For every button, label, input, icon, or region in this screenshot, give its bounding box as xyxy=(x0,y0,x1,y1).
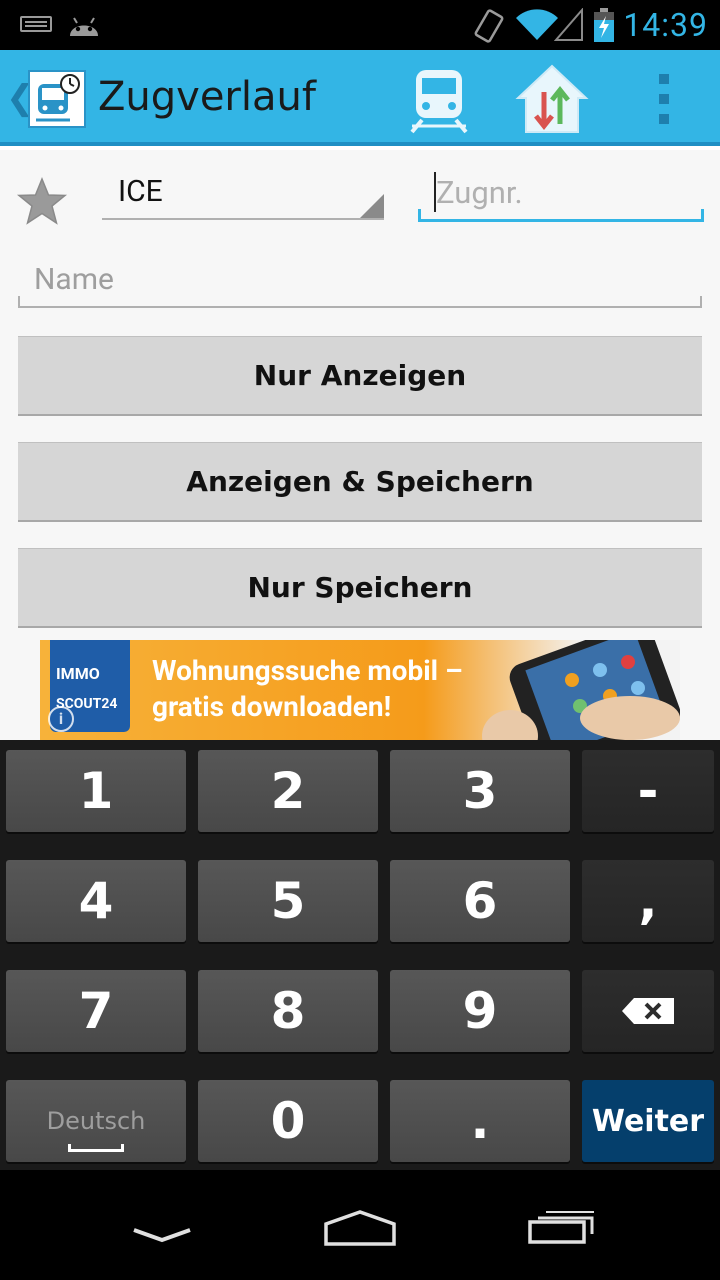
name-input[interactable]: Name xyxy=(18,252,702,308)
ad-subline: gratis downloaden! xyxy=(152,690,392,723)
hide-keyboard-icon[interactable] xyxy=(130,1206,194,1246)
show-and-save-button[interactable]: Anzeigen & Speichern xyxy=(18,442,702,522)
home-icon[interactable] xyxy=(322,1206,398,1246)
key-2[interactable]: 2 xyxy=(198,750,378,832)
key-comma[interactable]: , xyxy=(582,860,714,942)
show-only-button[interactable]: Nur Anzeigen xyxy=(18,336,702,416)
spacebar-icon xyxy=(68,1144,124,1152)
ad-headline: Wohnungssuche mobil – xyxy=(152,654,463,687)
keyboard-status-icon xyxy=(20,16,52,32)
next-action-key[interactable]: Weiter xyxy=(582,1080,714,1162)
status-bar: 14:39 xyxy=(0,0,720,50)
key-3[interactable]: 3 xyxy=(390,750,570,832)
train-icon[interactable] xyxy=(400,60,480,140)
navigation-bar xyxy=(0,1170,720,1280)
key-7[interactable]: 7 xyxy=(6,970,186,1052)
key-minus[interactable]: - xyxy=(582,750,714,832)
key-5[interactable]: 5 xyxy=(198,860,378,942)
backspace-key[interactable] xyxy=(582,970,714,1052)
action-bar: ❮ Zugverlauf xyxy=(0,50,720,146)
field-edge-left xyxy=(18,296,20,306)
save-only-button[interactable]: Nur Speichern xyxy=(18,548,702,628)
vibrate-icon xyxy=(474,9,504,43)
key-period[interactable]: . xyxy=(390,1080,570,1162)
ad-info-icon[interactable]: i xyxy=(48,706,74,732)
name-placeholder: Name xyxy=(34,262,114,297)
field-edge-right xyxy=(700,296,702,306)
page-title: Zugverlauf xyxy=(98,74,316,120)
battery-icon xyxy=(594,8,614,42)
clock: 14:39 xyxy=(623,6,708,44)
key-9[interactable]: 9 xyxy=(390,970,570,1052)
dropdown-corner-icon xyxy=(360,194,384,218)
phone-image xyxy=(482,640,680,740)
favorite-star-icon[interactable] xyxy=(16,176,68,228)
logo-text-1: IMMO xyxy=(56,664,100,683)
key-0[interactable]: 0 xyxy=(198,1080,378,1162)
key-1[interactable]: 1 xyxy=(6,750,186,832)
recent-apps-icon[interactable] xyxy=(526,1206,598,1246)
app-icon[interactable] xyxy=(28,70,86,128)
key-6[interactable]: 6 xyxy=(390,860,570,942)
key-4[interactable]: 4 xyxy=(6,860,186,942)
field-edge-left xyxy=(418,209,421,219)
train-number-input[interactable]: Zugnr. xyxy=(418,168,704,222)
key-8[interactable]: 8 xyxy=(198,970,378,1052)
language-key[interactable]: Deutsch xyxy=(6,1080,186,1162)
cell-signal-icon xyxy=(554,8,583,41)
language-label: Deutsch xyxy=(46,1107,146,1135)
train-type-spinner[interactable]: ICE xyxy=(102,168,384,220)
home-connection-icon[interactable] xyxy=(512,60,592,140)
field-edge-right xyxy=(701,209,704,219)
app-train-icon xyxy=(36,74,80,122)
train-type-value: ICE xyxy=(118,174,163,209)
backspace-icon xyxy=(622,998,674,1024)
ad-banner[interactable]: IMMO SCOUT24 Wohnungssuche mobil – grati… xyxy=(40,640,680,740)
train-number-placeholder: Zugnr. xyxy=(436,174,523,211)
overflow-menu-icon[interactable] xyxy=(624,60,704,140)
android-icon xyxy=(70,17,98,36)
numeric-keyboard: 1 2 3 - 4 5 6 , 7 8 9 Deutsch 0 . Weiter xyxy=(0,740,720,1170)
